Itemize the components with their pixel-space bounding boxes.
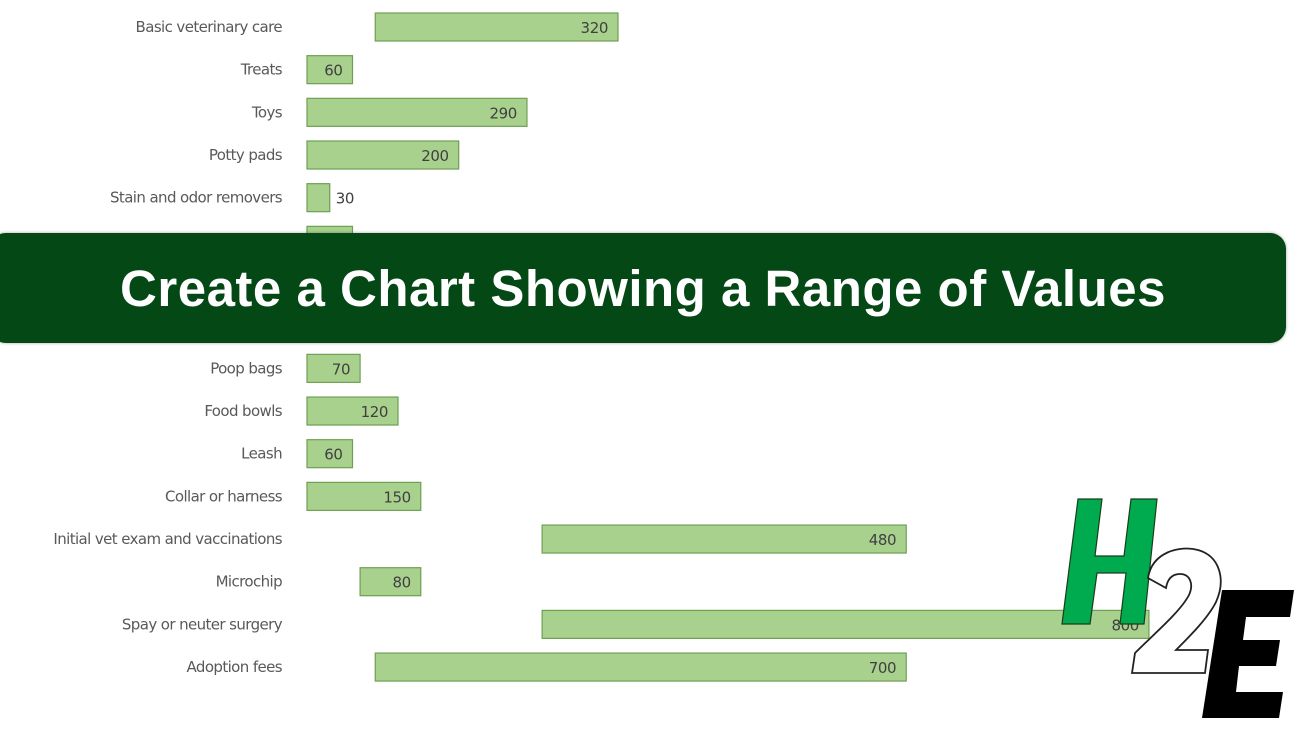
title-banner: Create a Chart Showing a Range of Values [0, 233, 1286, 343]
h2e-logo [1061, 498, 1294, 718]
category-label: Basic veterinary care [136, 18, 283, 36]
bar [359, 567, 422, 597]
category-label: Spay or neuter surgery [122, 615, 283, 633]
category-label: Collar or harness [165, 487, 283, 505]
category-label: Adoption fees [187, 658, 283, 676]
bar [306, 183, 331, 213]
data-label: 320 [581, 19, 608, 37]
bar [541, 524, 907, 554]
category-label: Poop bags [210, 359, 283, 377]
category-label: Initial vet exam and vaccinations [53, 530, 282, 548]
data-label: 120 [361, 403, 388, 421]
category-label: Potty pads [209, 146, 283, 164]
bar [374, 652, 907, 682]
bars [306, 12, 1150, 682]
banner-title: Create a Chart Showing a Range of Values [120, 259, 1166, 317]
category-label: Microchip [216, 573, 282, 591]
data-label: 700 [869, 659, 896, 677]
data-label: 60 [324, 446, 342, 464]
category-labels: Basic veterinary care Treats Toys Potty pad… [53, 18, 283, 676]
data-label: 60 [324, 62, 342, 80]
category-label: Leash [241, 445, 282, 463]
data-label: 150 [383, 488, 410, 506]
data-label: 30 [336, 190, 354, 208]
logo-e-icon [1202, 590, 1294, 718]
category-label: Toys [251, 103, 283, 121]
data-label: 80 [392, 574, 410, 592]
data-label: 70 [332, 360, 350, 378]
data-label: 200 [421, 147, 448, 165]
category-label: Treats [240, 61, 283, 79]
data-label: 290 [490, 104, 517, 122]
logo-h-icon [1061, 498, 1158, 625]
category-label: Food bowls [204, 402, 282, 420]
data-label: 480 [869, 531, 896, 549]
category-label: Stain and odor removers [110, 189, 283, 207]
